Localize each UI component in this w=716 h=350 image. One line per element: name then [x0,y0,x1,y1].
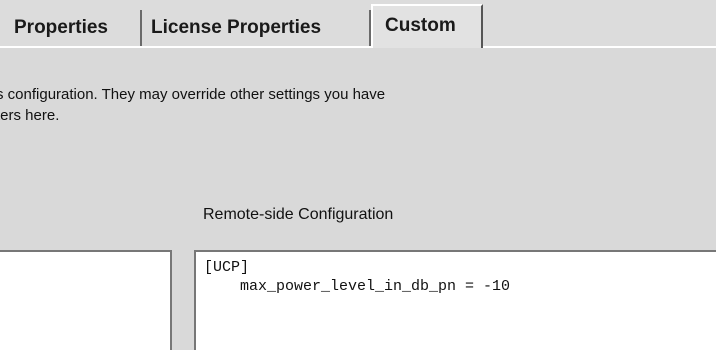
local-config-textarea[interactable] [0,250,172,350]
tab-divider-line [0,46,716,48]
description-line-2: ters here. [0,107,60,124]
remote-config-line-1: [UCP] [204,259,250,276]
remote-config-line-2: max_power_level_in_db_pn = -10 [204,278,511,295]
custom-properties-panel: Properties License Properties Custom s c… [0,0,716,350]
custom-description: s configuration. They may override other… [0,84,640,126]
tab-strip: Properties License Properties Custom [0,0,716,48]
tab-custom[interactable]: Custom [371,4,483,48]
description-line-1: s configuration. They may override other… [0,86,386,103]
remote-config-label: Remote-side Configuration [203,206,394,223]
remote-config-textarea[interactable]: [UCP] max_power_level_in_db_pn = -10 [194,250,716,350]
tab-license-properties[interactable]: License Properties [142,10,371,46]
tab-properties[interactable]: Properties [0,10,142,46]
